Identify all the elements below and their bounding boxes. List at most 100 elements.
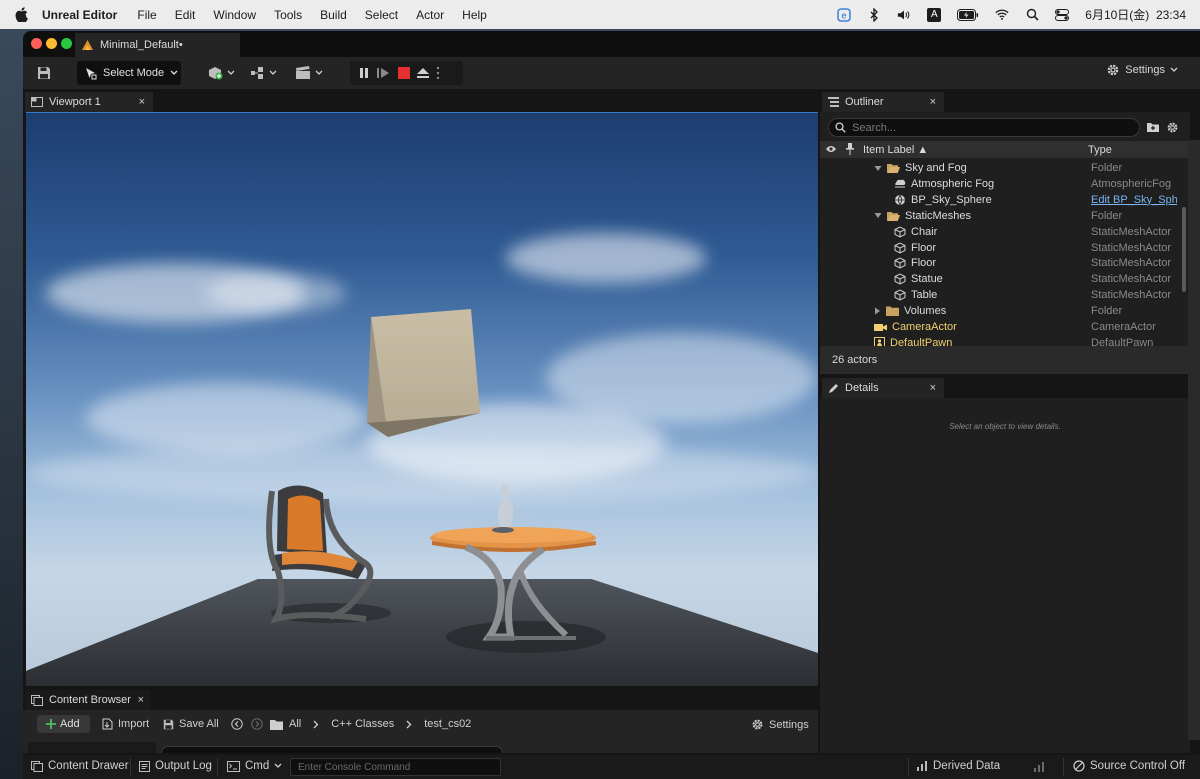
menubar-clock[interactable]: 6月10日(金) 23:34: [1085, 6, 1186, 23]
editor-settings-button[interactable]: Settings: [1106, 63, 1178, 77]
outliner-item-label: Sky and Fog: [905, 162, 967, 174]
title-bar: Minimal_Default•: [23, 31, 1200, 57]
cmd-dropdown[interactable]: Cmd: [227, 760, 282, 772]
cinematics-dropdown[interactable]: [293, 61, 325, 85]
source-control-button[interactable]: Source Control Off: [1073, 760, 1185, 772]
edit-blueprint-link[interactable]: Edit BP_Sky_Sphe: [1091, 194, 1177, 206]
menu-help[interactable]: Help: [462, 8, 487, 22]
expand-arrow-icon[interactable]: [874, 165, 882, 172]
breadcrumb-cpp-classes[interactable]: C++ Classes: [331, 718, 394, 730]
type-column-header[interactable]: Type: [1088, 144, 1112, 156]
floating-cube-mesh: [371, 309, 480, 437]
outliner-row[interactable]: Table StaticMeshActor: [820, 287, 1178, 303]
forward-history-icon[interactable]: [251, 718, 263, 730]
pause-icon[interactable]: [358, 67, 370, 79]
outliner-row[interactable]: CameraActor CameraActor: [820, 319, 1178, 335]
level-name: Minimal_Default•: [100, 39, 183, 51]
menu-edit[interactable]: Edit: [175, 8, 196, 22]
bluetooth-icon[interactable]: [867, 7, 881, 22]
outliner-item: Volumes: [874, 305, 946, 317]
e-icon[interactable]: e: [837, 7, 851, 22]
content-browser-search-strip[interactable]: [161, 746, 503, 753]
outliner-row[interactable]: Atmospheric Fog AtmosphericFog: [820, 176, 1178, 192]
add-actor-dropdown[interactable]: [206, 61, 238, 85]
outliner-row[interactable]: Sky and Fog Folder: [820, 160, 1178, 176]
spotlight-icon[interactable]: [1025, 8, 1039, 22]
menu-window[interactable]: Window: [213, 8, 256, 22]
eject-icon[interactable]: [416, 67, 430, 79]
outliner-settings-icon[interactable]: [1166, 121, 1179, 134]
control-center-icon[interactable]: [1055, 8, 1070, 22]
pin-column-icon[interactable]: [846, 143, 854, 155]
collapse-arrow-icon[interactable]: [874, 307, 881, 315]
wifi-icon[interactable]: [995, 8, 1009, 22]
outliner-row[interactable]: Statue StaticMeshActor: [820, 271, 1178, 287]
save-all-button[interactable]: Save All: [163, 718, 219, 730]
close-viewport-tab-icon[interactable]: ×: [139, 96, 145, 108]
outliner-item: CameraActor: [874, 321, 957, 333]
output-log-button[interactable]: Output Log: [139, 760, 212, 772]
back-history-icon[interactable]: [231, 718, 243, 730]
import-button[interactable]: Import: [101, 718, 149, 730]
content-drawer-button[interactable]: Content Drawer: [31, 760, 129, 772]
actor-count: 26 actors: [820, 346, 1190, 374]
sync-icon[interactable]: [1033, 761, 1045, 773]
folder-open-icon: [887, 211, 900, 221]
content-browser-settings-button[interactable]: Settings: [751, 718, 809, 731]
search-placeholder: Search...: [852, 121, 897, 134]
menu-tools[interactable]: Tools: [274, 8, 302, 22]
content-browser-tab[interactable]: Content Browser ×: [25, 690, 150, 710]
search-icon: [835, 122, 846, 133]
outliner-search-input[interactable]: Search...: [828, 118, 1140, 137]
outliner-item-label: BP_Sky_Sphere: [911, 193, 992, 206]
outliner-row[interactable]: Floor StaticMeshActor: [820, 240, 1178, 256]
viewport-tab[interactable]: Viewport 1 ×: [25, 92, 153, 112]
apple-menu-icon[interactable]: [0, 7, 42, 22]
outliner-row[interactable]: Volumes Folder: [820, 303, 1178, 319]
outliner-row[interactable]: StaticMeshes Folder: [820, 208, 1178, 224]
close-outliner-tab-icon[interactable]: ×: [930, 96, 936, 108]
blueprint-dropdown[interactable]: [249, 61, 281, 85]
close-content-browser-tab-icon[interactable]: ×: [138, 694, 144, 706]
breadcrumb-all[interactable]: All: [289, 718, 301, 730]
skip-frame-icon[interactable]: [376, 67, 392, 79]
minimize-window-button[interactable]: [46, 38, 57, 49]
menu-file[interactable]: File: [137, 8, 156, 22]
level-document-tab[interactable]: Minimal_Default•: [75, 33, 240, 57]
chevron-down-icon: [170, 70, 178, 76]
app-name-menu[interactable]: Unreal Editor: [42, 8, 117, 22]
folder-open-icon: [887, 163, 900, 173]
menu-build[interactable]: Build: [320, 8, 347, 22]
menu-select[interactable]: Select: [365, 8, 398, 22]
level-viewport[interactable]: [26, 112, 818, 686]
outliner-row[interactable]: Chair StaticMeshActor: [820, 224, 1178, 240]
outliner-row[interactable]: Floor StaticMeshActor: [820, 255, 1178, 271]
breadcrumb: All C++ Classes test_cs02: [289, 718, 471, 730]
select-mode-dropdown[interactable]: Select Mode: [77, 61, 181, 85]
visibility-column-eye-icon[interactable]: [825, 144, 837, 154]
input-source-icon[interactable]: A: [927, 7, 942, 22]
derived-data-button[interactable]: Derived Data: [916, 760, 1000, 772]
outliner-scrollbar[interactable]: [1182, 207, 1186, 292]
details-tab[interactable]: Details ×: [822, 378, 944, 398]
more-options-icon[interactable]: [436, 66, 440, 80]
close-window-button[interactable]: [31, 38, 42, 49]
outliner-item-label: StaticMeshes: [905, 209, 972, 222]
console-command-input[interactable]: Enter Console Command: [290, 758, 501, 776]
menu-actor[interactable]: Actor: [416, 8, 444, 22]
outliner-row[interactable]: BP_Sky_Sphere Edit BP_Sky_Sphe: [820, 192, 1178, 208]
battery-icon[interactable]: [957, 8, 979, 22]
zoom-window-button[interactable]: [61, 38, 72, 49]
add-content-button[interactable]: Add: [37, 715, 90, 733]
save-level-icon[interactable]: [36, 61, 52, 85]
breadcrumb-test-cs02[interactable]: test_cs02: [424, 718, 471, 730]
stop-icon[interactable]: [398, 67, 410, 79]
item-label-column-header[interactable]: Item Label ▲: [863, 144, 928, 156]
details-tab-bar: Details ×: [820, 376, 1190, 398]
add-folder-icon[interactable]: [1146, 121, 1160, 133]
outliner-tab[interactable]: Outliner ×: [822, 92, 944, 112]
volume-icon[interactable]: [897, 8, 911, 22]
folder-icon[interactable]: [270, 719, 283, 730]
expand-arrow-icon[interactable]: [874, 212, 882, 219]
close-details-tab-icon[interactable]: ×: [930, 382, 936, 394]
